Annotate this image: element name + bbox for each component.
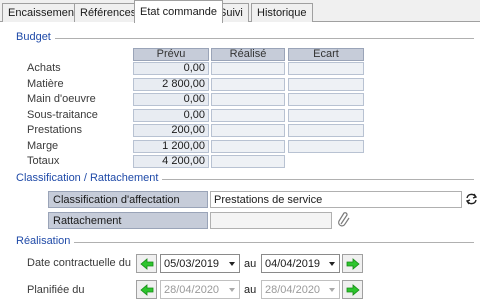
chevron-down-icon[interactable] — [329, 262, 335, 266]
tab-bar: Encaissement Références Etat commande Su… — [0, 0, 480, 23]
date-value: 05/03/2019 — [164, 258, 220, 270]
budget-row-label: Sous-traitance — [27, 109, 98, 121]
chevron-down-icon[interactable] — [229, 288, 235, 292]
budget-ecart-cell[interactable] — [288, 78, 364, 91]
tab-references[interactable]: Références — [74, 3, 143, 22]
next-date-button[interactable] — [342, 254, 363, 273]
next-planifiee-button[interactable] — [342, 280, 363, 299]
budget-ecart-cell[interactable] — [288, 93, 364, 106]
tab-etat-commande[interactable]: Etat commande — [134, 0, 224, 23]
budget-prevu-cell[interactable]: 200,00 — [133, 124, 209, 137]
budget-ecart-cell[interactable] — [288, 109, 364, 122]
attach-icon[interactable] — [337, 211, 351, 228]
prev-planifiee-button[interactable] — [136, 280, 157, 299]
budget-ecart-cell[interactable] — [288, 124, 364, 137]
rattachement-label: Rattachement — [48, 212, 208, 229]
tab-historique[interactable]: Historique — [251, 3, 313, 22]
date-value: 28/04/2020 — [164, 284, 220, 296]
prev-date-button[interactable] — [136, 254, 157, 273]
arrow-right-icon — [346, 257, 360, 270]
affectation-field[interactable]: Prestations de service — [210, 191, 462, 208]
rattachement-field[interactable] — [210, 212, 332, 229]
contractuelle-label: Date contractuelle du — [27, 257, 131, 269]
budget-row-label: Totaux — [27, 155, 60, 167]
budget-prevu-cell[interactable]: 1 200,00 — [133, 140, 209, 153]
realisation-title: Réalisation — [16, 235, 75, 247]
au-label: au — [244, 258, 257, 270]
arrow-left-icon — [139, 257, 153, 270]
budget-prevu-cell[interactable]: 0,00 — [133, 62, 209, 75]
classification-title: Classification / Rattachement — [16, 172, 163, 184]
budget-row-label: Achats — [27, 62, 61, 74]
budget-realise-cell[interactable] — [211, 109, 285, 122]
budget-realise-cell[interactable] — [211, 155, 285, 168]
chevron-down-icon[interactable] — [229, 262, 235, 266]
header-ecart: Ecart — [288, 48, 364, 61]
budget-realise-cell[interactable] — [211, 78, 285, 91]
planifiee-from-date[interactable]: 28/04/2020 — [160, 280, 240, 299]
header-realise: Réalisé — [211, 48, 285, 61]
budget-row-label: Matière — [27, 78, 64, 90]
contractuelle-to-date[interactable]: 04/04/2019 — [261, 254, 340, 273]
etat-commande-panel: Budget Prévu Réalisé Ecart Achats 0,00 Mat… — [0, 22, 480, 306]
budget-realise-cell[interactable] — [211, 93, 285, 106]
refresh-icon[interactable] — [465, 192, 478, 206]
planifiee-to-date[interactable]: 28/04/2020 — [261, 280, 340, 299]
budget-prevu-cell[interactable]: 0,00 — [133, 93, 209, 106]
realisation-divider — [16, 242, 474, 243]
budget-ecart-cell[interactable] — [288, 62, 364, 75]
date-value: 04/04/2019 — [265, 258, 321, 270]
arrow-right-icon — [346, 283, 360, 296]
contractuelle-from-date[interactable]: 05/03/2019 — [160, 254, 240, 273]
budget-divider — [16, 38, 474, 39]
budget-row-label: Prestations — [27, 124, 83, 136]
affectation-label: Classification d'affectation — [48, 191, 208, 208]
budget-row-label: Main d'oeuvre — [27, 93, 96, 105]
date-value: 28/04/2020 — [265, 284, 321, 296]
tab-encaissement[interactable]: Encaissement — [2, 3, 84, 22]
arrow-left-icon — [139, 283, 153, 296]
au-label: au — [244, 284, 257, 296]
planifiee-label: Planifiée du — [27, 284, 85, 296]
budget-prevu-cell[interactable]: 2 800,00 — [133, 78, 209, 91]
budget-title: Budget — [16, 31, 55, 43]
budget-prevu-cell[interactable]: 0,00 — [133, 109, 209, 122]
budget-prevu-cell[interactable]: 4 200,00 — [133, 155, 209, 168]
header-prevu: Prévu — [133, 48, 209, 61]
budget-realise-cell[interactable] — [211, 140, 285, 153]
chevron-down-icon[interactable] — [329, 288, 335, 292]
budget-realise-cell[interactable] — [211, 62, 285, 75]
budget-realise-cell[interactable] — [211, 124, 285, 137]
budget-ecart-cell[interactable] — [288, 140, 364, 153]
budget-row-label: Marge — [27, 140, 59, 152]
